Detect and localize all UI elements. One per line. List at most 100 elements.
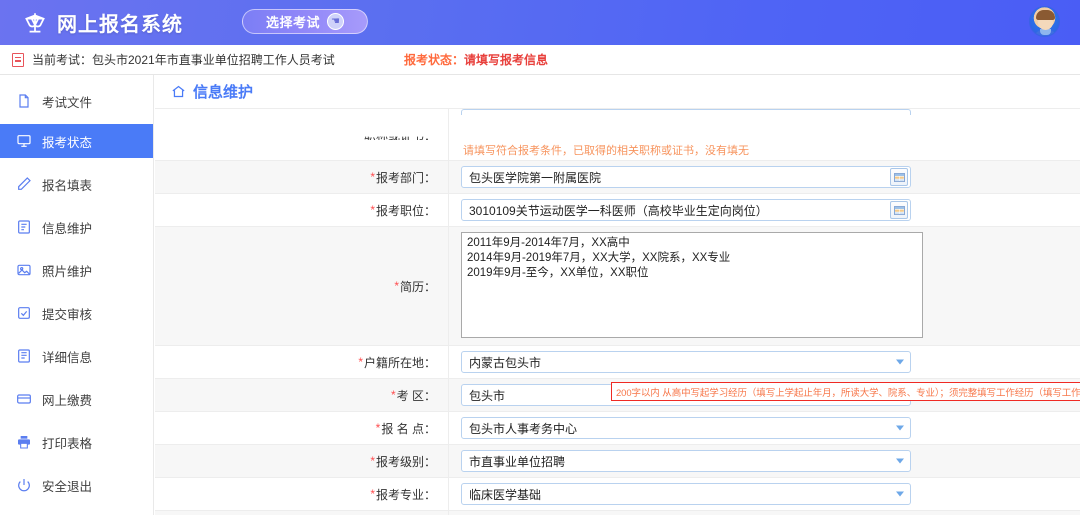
sidebar-item-label: 网上缴费 <box>42 393 93 408</box>
form-label-text: 简历： <box>399 279 436 294</box>
required-marker: * <box>375 421 381 435</box>
registration-form: 职称或证书： 请填写符合报考条件，已取得的相关职称或证书，没有填无 * 报考部门： <box>155 108 1080 515</box>
form-label-text: 职称或证书： <box>363 129 436 140</box>
required-marker: * <box>370 454 375 468</box>
form-label: * 报考级别： <box>155 445 449 477</box>
form-row-apply-subject: *报考科目： 临床医学基础 <box>155 510 1080 515</box>
monitor-icon <box>16 133 32 149</box>
status-bar: 当前考试：包头市2021年市直事业单位招聘工作人员考试 报考状态：请填写报考信息 <box>0 45 1080 75</box>
required-marker: * <box>370 170 375 184</box>
form-label: 职称或证书： <box>155 109 449 140</box>
sidebar-item-apply-status[interactable]: 报考状态 <box>0 124 153 158</box>
required-marker: * <box>394 279 399 293</box>
sidebar-item-photo-maintenance[interactable]: 照片维护 <box>0 253 153 287</box>
user-avatar-icon[interactable] <box>1029 6 1060 37</box>
chevron-down-icon <box>896 491 904 497</box>
form-row-title-certificate-hint: 请填写符合报考条件，已取得的相关职称或证书，没有填无 <box>155 140 1080 160</box>
form-label: *报考科目： <box>155 511 449 515</box>
form-field: 临床医学基础 <box>449 478 1080 510</box>
form-label: * 报 名 点： <box>155 412 449 444</box>
household-location-select[interactable]: 内蒙古包头市 <box>461 351 911 373</box>
apply-status-value: 请填写报考信息 <box>464 53 549 67</box>
sidebar-item-label: 详细信息 <box>42 350 93 365</box>
resume-textarea[interactable]: 2011年9月-2014年7月，XX高中 2014年9月-2019年7月，XX大… <box>461 232 923 338</box>
form-label: * 简历： <box>155 227 449 345</box>
resume-warning-text: 200字以内 从高中写起学习经历（填写上学起止年月，所读大学、院系、专业）；须完… <box>616 387 1080 399</box>
department-input[interactable]: 包头医学院第一附属医院 <box>461 166 911 188</box>
chevron-down-icon <box>896 458 904 464</box>
sidebar-item-label: 报考状态 <box>42 135 93 150</box>
form-label-text: 报 名 点： <box>381 421 436 436</box>
form-label-text: 报考专业： <box>375 487 436 502</box>
printer-icon <box>16 434 32 450</box>
form-label: * 报考专业： <box>155 478 449 510</box>
current-exam-text: 当前考试：包头市2021年市直事业单位招聘工作人员考试 <box>32 53 335 67</box>
required-marker: * <box>358 355 363 369</box>
power-icon <box>16 477 32 493</box>
form-label-text: 报考部门： <box>375 170 436 185</box>
required-marker: * <box>390 388 396 402</box>
chevron-down-icon <box>896 359 904 365</box>
sidebar-item-application-form[interactable]: 报名填表 <box>0 167 153 201</box>
sidebar-item-label: 打印表格 <box>42 436 93 451</box>
app-header: 网上报名系统 选择考试 ☚ <box>0 0 1080 45</box>
grid-picker-icon[interactable] <box>890 201 908 219</box>
title-certificate-input[interactable] <box>461 109 911 115</box>
form-field: 请填写符合报考条件，已取得的相关职称或证书，没有填无 <box>449 140 1080 160</box>
sidebar-item-label: 信息维护 <box>42 221 93 236</box>
apply-major-value: 临床医学基础 <box>469 487 542 502</box>
form-row-apply-major: * 报考专业： 临床医学基础 <box>155 477 1080 510</box>
form-field: 市直事业单位招聘 <box>449 445 1080 477</box>
grid-glyph-icon <box>893 205 905 215</box>
form-field <box>449 109 1080 115</box>
form-label-text: 报考职位： <box>375 203 436 218</box>
form-field: 临床医学基础 <box>449 511 1080 515</box>
file-icon <box>16 93 32 109</box>
select-exam-button[interactable]: 选择考试 ☚ <box>242 9 368 34</box>
household-location-value: 内蒙古包头市 <box>469 355 542 370</box>
position-input[interactable]: 3010109关节运动医学一科医师（高校毕业生定向岗位） <box>461 199 911 221</box>
form-row-title-certificate: 职称或证书： <box>155 108 1080 140</box>
app-title: 网上报名系统 <box>57 14 183 36</box>
form-field: 内蒙古包头市 <box>449 346 1080 378</box>
required-marker: * <box>370 203 375 217</box>
registration-point-value: 包头市人事考务中心 <box>469 421 578 436</box>
grid-glyph-icon <box>893 172 905 182</box>
sidebar-item-label: 提交审核 <box>42 307 93 322</box>
sidebar-item-submit-review[interactable]: 提交审核 <box>0 296 153 330</box>
form-row-registration-point: * 报 名 点： 包头市人事考务中心 <box>155 411 1080 444</box>
form-label: * 考 区： <box>155 379 449 411</box>
credit-card-icon <box>16 391 32 407</box>
form-label: * 报考部门： <box>155 161 449 193</box>
main-content: 信息维护 职称或证书： 请填写符合报考条件，已取得的相关职称或证书，没有填无 *… <box>155 75 1080 515</box>
apply-major-select[interactable]: 临床医学基础 <box>461 483 911 505</box>
sidebar-item-label: 报名填表 <box>42 178 93 193</box>
sidebar-item-label: 考试文件 <box>42 95 93 110</box>
title-certificate-hint: 请填写符合报考条件，已取得的相关职称或证书，没有填无 <box>463 145 749 157</box>
sidebar-item-exam-files[interactable]: 考试文件 <box>0 84 153 118</box>
sidebar-item-print-form[interactable]: 打印表格 <box>0 425 153 459</box>
form-row-position: * 报考职位： 3010109关节运动医学一科医师（高校毕业生定向岗位） <box>155 193 1080 226</box>
form-label: * 户籍所在地： <box>155 346 449 378</box>
form-field: 3010109关节运动医学一科医师（高校毕业生定向岗位） <box>449 194 1080 226</box>
form-label-text: 考 区： <box>396 388 436 403</box>
apply-level-value: 市直事业单位招聘 <box>469 454 566 469</box>
sidebar-item-label: 照片维护 <box>42 264 93 279</box>
apply-status-label: 报考状态： <box>404 53 465 67</box>
grid-picker-icon[interactable] <box>890 168 908 186</box>
form-row-apply-level: * 报考级别： 市直事业单位招聘 <box>155 444 1080 477</box>
form-row-household-location: * 户籍所在地： 内蒙古包头市 <box>155 345 1080 378</box>
sidebar-item-online-payment[interactable]: 网上缴费 <box>0 382 153 416</box>
chevron-down-icon <box>896 425 904 431</box>
registration-point-select[interactable]: 包头市人事考务中心 <box>461 417 911 439</box>
sidebar-item-info-maintenance[interactable]: 信息维护 <box>0 210 153 244</box>
sidebar-item-logout[interactable]: 安全退出 <box>0 468 153 502</box>
form-field: 包头市人事考务中心 <box>449 412 1080 444</box>
select-exam-label: 选择考试 <box>265 15 320 30</box>
form-label-text: 户籍所在地： <box>363 355 436 370</box>
check-square-icon <box>16 305 32 321</box>
sidebar-nav: 考试文件 报考状态 报名填表 信息维护 照片维护 提交审核 详细信息 网上缴费 … <box>0 75 154 515</box>
sidebar-item-detail-info[interactable]: 详细信息 <box>0 339 153 373</box>
form-label: * 报考职位： <box>155 194 449 226</box>
apply-level-select[interactable]: 市直事业单位招聘 <box>461 450 911 472</box>
